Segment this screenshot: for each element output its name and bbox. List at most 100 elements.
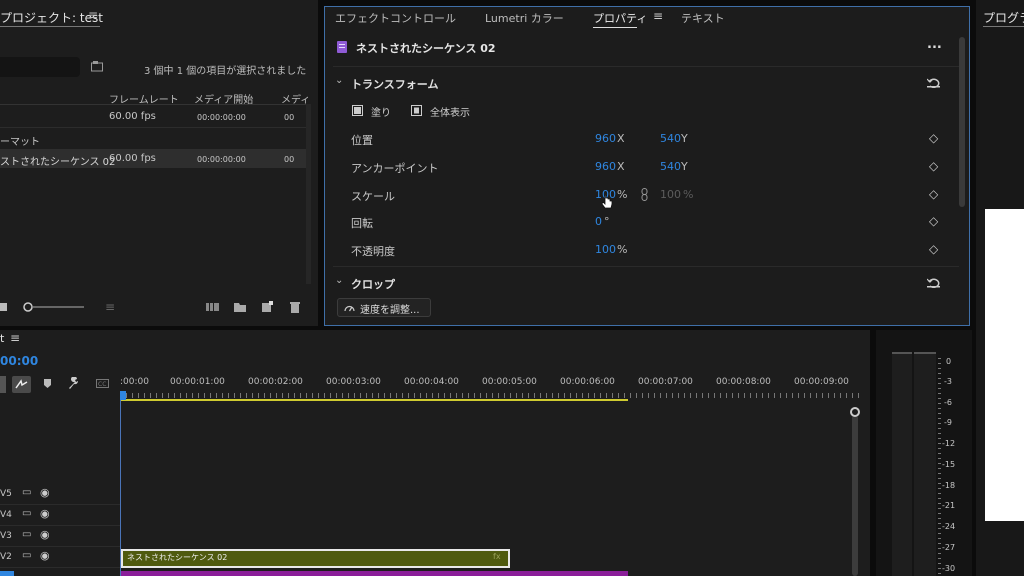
new-bin-icon[interactable] [234,302,246,312]
clip-nested-sequence[interactable]: ネストされたシーケンス 02 fx [121,549,510,568]
time-ruler[interactable]: :00:00 00:00:01:00 00:00:02:00 00:00:03:… [120,374,860,402]
scale-width-value[interactable]: 100 [660,188,681,201]
program-monitor-title[interactable]: プログラ [983,9,1024,26]
scale-unit: % [617,188,628,201]
project-scrollbar[interactable] [306,104,311,284]
clip-audio[interactable] [121,571,628,576]
track-header-v4: V4 ▭ ◉ [0,507,120,526]
work-area-bar[interactable] [120,399,628,401]
chevron-down-icon[interactable]: ⌄ [335,75,343,86]
wrench-icon[interactable] [68,377,80,389]
row-extra: 00 [284,113,295,122]
reset-icon[interactable] [927,277,940,288]
link-icon[interactable] [641,188,648,201]
project-tab-underline [0,26,100,27]
eye-icon[interactable]: ◉ [40,486,50,499]
film-icon[interactable]: ▭ [22,550,31,561]
list-view-icon[interactable] [0,302,8,312]
position-x-unit: X [617,132,625,145]
track-label[interactable]: V3 [0,531,12,541]
property-row-scale: スケール 100 % 100 % ◇ [325,185,965,205]
position-y-value[interactable]: 540 [660,132,681,145]
track-label[interactable]: V5 [0,489,12,499]
ruler-tick-label: 00:00:01:00 [170,377,225,387]
program-monitor-tab-underline [983,26,1024,27]
track-label[interactable]: V2 [0,552,12,562]
new-bin-icon[interactable] [91,61,103,72]
snap-icon[interactable] [12,376,31,393]
position-x-value[interactable]: 960 [595,132,616,145]
anchor-y-value[interactable]: 540 [660,160,681,173]
audio-meter-panel: 0 -3 -6 -9 -12 -15 -18 -21 -24 -27 -30 [876,330,972,576]
tab-properties[interactable]: プロパティ [593,10,647,26]
timeline-title[interactable]: t [0,332,4,345]
playhead-handle[interactable] [120,391,126,400]
reset-icon[interactable] [927,77,940,88]
position-y-unit: Y [681,132,688,145]
film-icon[interactable]: ▭ [22,487,31,498]
properties-scrollbar[interactable] [959,37,965,207]
hamburger-icon[interactable]: ≡ [10,331,20,345]
tab-lumetri-color[interactable]: Lumetri カラー [485,10,564,26]
fill-label[interactable]: 塗り [371,104,391,119]
speed-adjust-label: 速度を調整... [360,305,420,316]
speed-adjust-button[interactable]: 速度を調整... [337,298,431,317]
project-search-input[interactable] [0,57,80,77]
automate-to-sequence-icon[interactable] [206,302,219,312]
film-icon[interactable]: ▭ [22,529,31,540]
row-media-start: 00:00:00:00 [197,155,246,164]
fit-frame-icon[interactable] [411,105,422,116]
property-row-rotation: 回転 0 ° ◇ [325,212,965,232]
trash-icon[interactable] [290,301,300,313]
scrollbar-handle[interactable] [850,407,860,417]
meter-scale-label: -12 [942,439,956,448]
rotation-value[interactable]: 0 [595,215,602,228]
keyframe-diamond-icon[interactable]: ◇ [929,131,938,145]
eye-icon[interactable]: ◉ [40,528,50,541]
keyframe-diamond-icon[interactable]: ◇ [929,159,938,173]
film-icon[interactable]: ▭ [22,508,31,519]
row-name: ーマット [0,137,40,148]
track-label[interactable]: V4 [0,510,12,520]
new-item-icon[interactable] [262,301,273,312]
show-all-label[interactable]: 全体表示 [430,104,470,119]
crop-section-title[interactable]: クロップ [351,276,395,292]
keyframe-diamond-icon[interactable]: ◇ [929,187,938,201]
sort-icon[interactable]: ≡ [105,300,115,314]
meter-scale-label: -15 [942,460,956,469]
hamburger-icon[interactable]: ≡ [88,8,98,22]
hamburger-icon[interactable]: ≡ [653,9,663,23]
anchor-x-value[interactable]: 960 [595,160,616,173]
linked-selection-icon[interactable] [44,379,51,389]
row-media-start: 00:00:00:00 [197,113,246,122]
program-video-frame[interactable] [985,209,1024,521]
keyframe-diamond-icon[interactable]: ◇ [929,214,938,228]
nest-toggle-button[interactable] [0,376,6,393]
divider [333,266,959,267]
meter-scale-label: 0 [946,357,952,366]
property-label: 不透明度 [351,245,395,258]
meter-scale-label: -21 [942,501,956,510]
transform-section-title[interactable]: トランスフォーム [351,76,438,92]
tab-text[interactable]: テキスト [681,10,725,26]
opacity-unit: % [617,243,628,256]
track-header-v3: V3 ▭ ◉ [0,528,120,547]
timeline-timecode[interactable]: 00:00 [0,354,38,368]
eye-icon[interactable]: ◉ [40,549,50,562]
timeline-scrollbar[interactable] [852,415,858,576]
tab-effect-controls[interactable]: エフェクトコントロール [335,10,456,26]
project-panel: プロジェクト: test ≡ 3 個中 1 個の項目が選択されました フレームレ… [0,0,318,326]
chevron-down-icon[interactable]: ⌄ [335,275,343,286]
captions-icon[interactable]: CC [96,379,109,388]
row-fps: 60.00 fps [109,153,156,164]
table-row[interactable]: 60.00 fps 00:00:00:00 00 [0,108,306,126]
zoom-slider[interactable] [22,301,86,313]
more-options-button[interactable]: ... [927,37,942,52]
table-row-selected[interactable]: ストされたシーケンス 02 60.00 fps 00:00:00:00 00 [0,149,306,168]
keyframe-diamond-icon[interactable]: ◇ [929,242,938,256]
eye-icon[interactable]: ◉ [40,507,50,520]
fill-frame-icon[interactable] [352,105,363,116]
opacity-value[interactable]: 100 [595,243,616,256]
row-extra: 00 [284,155,295,164]
table-row[interactable]: ーマット [0,130,306,148]
